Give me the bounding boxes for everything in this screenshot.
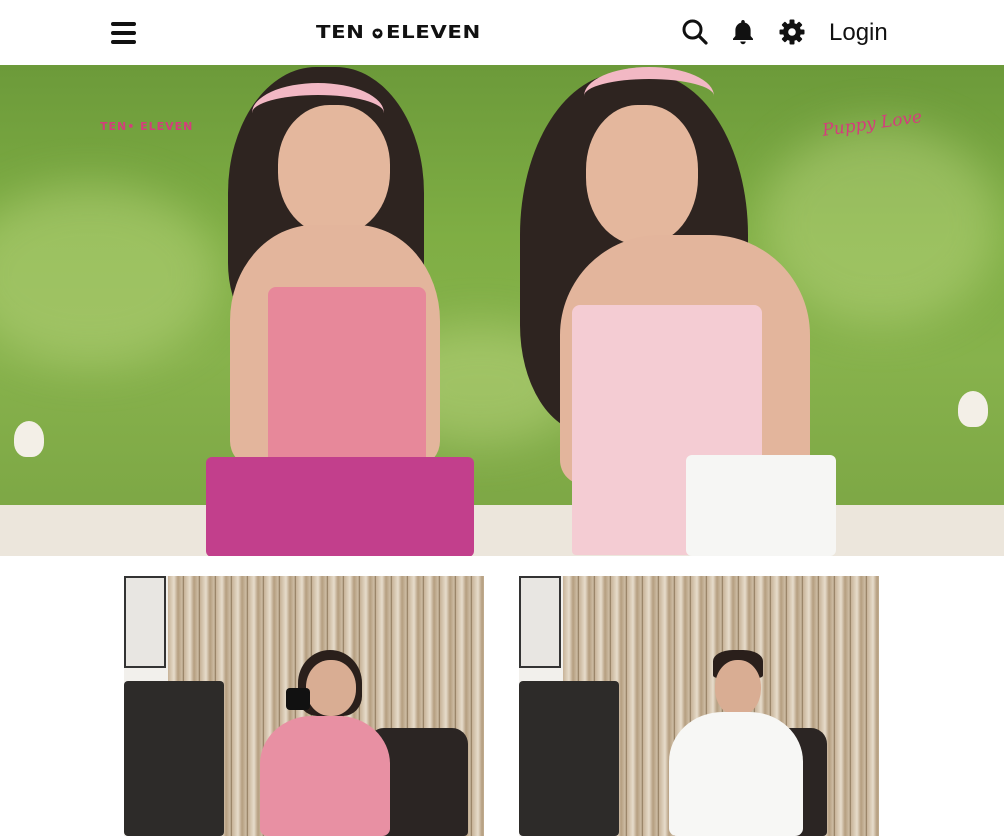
wall-picture-frame [519,576,561,668]
coffee-cup [286,688,310,710]
picnic-blanket [0,505,1004,556]
pink-dress [260,716,390,836]
pink-skirt [206,457,474,556]
model-face [715,660,761,716]
wall-picture-frame [124,576,166,668]
sunlight-patch [0,185,220,365]
menu-line [111,31,136,35]
top-navigation-bar: TEN ELEVEN Login [0,0,1008,65]
gear-icon[interactable] [777,17,807,47]
menu-line [111,22,136,26]
product-card[interactable] [124,576,484,836]
stove [124,681,224,836]
menu-line [111,40,136,44]
hamburger-menu-icon[interactable] [108,18,138,48]
blanket-tassel [958,391,988,427]
blanket-tassel [14,421,44,457]
login-link[interactable]: Login [829,18,888,48]
model-face [586,105,698,245]
model-face [306,660,356,716]
headband [252,83,384,143]
logo-word-eleven: ELEVEN [386,22,481,43]
brand-logo[interactable]: TEN ELEVEN [316,21,496,45]
search-icon[interactable] [680,17,710,47]
product-card[interactable] [519,576,879,836]
white-skirt [686,455,836,556]
white-polo-shirt [669,712,803,836]
logo-word-ten: TEN [316,22,365,43]
hero-banner[interactable]: TEN• ELEVEN Puppy Love [0,65,1004,556]
headband [584,67,714,125]
stove [519,681,619,836]
hero-brand-tag: TEN• ELEVEN [100,120,194,133]
bell-icon[interactable] [728,17,758,47]
